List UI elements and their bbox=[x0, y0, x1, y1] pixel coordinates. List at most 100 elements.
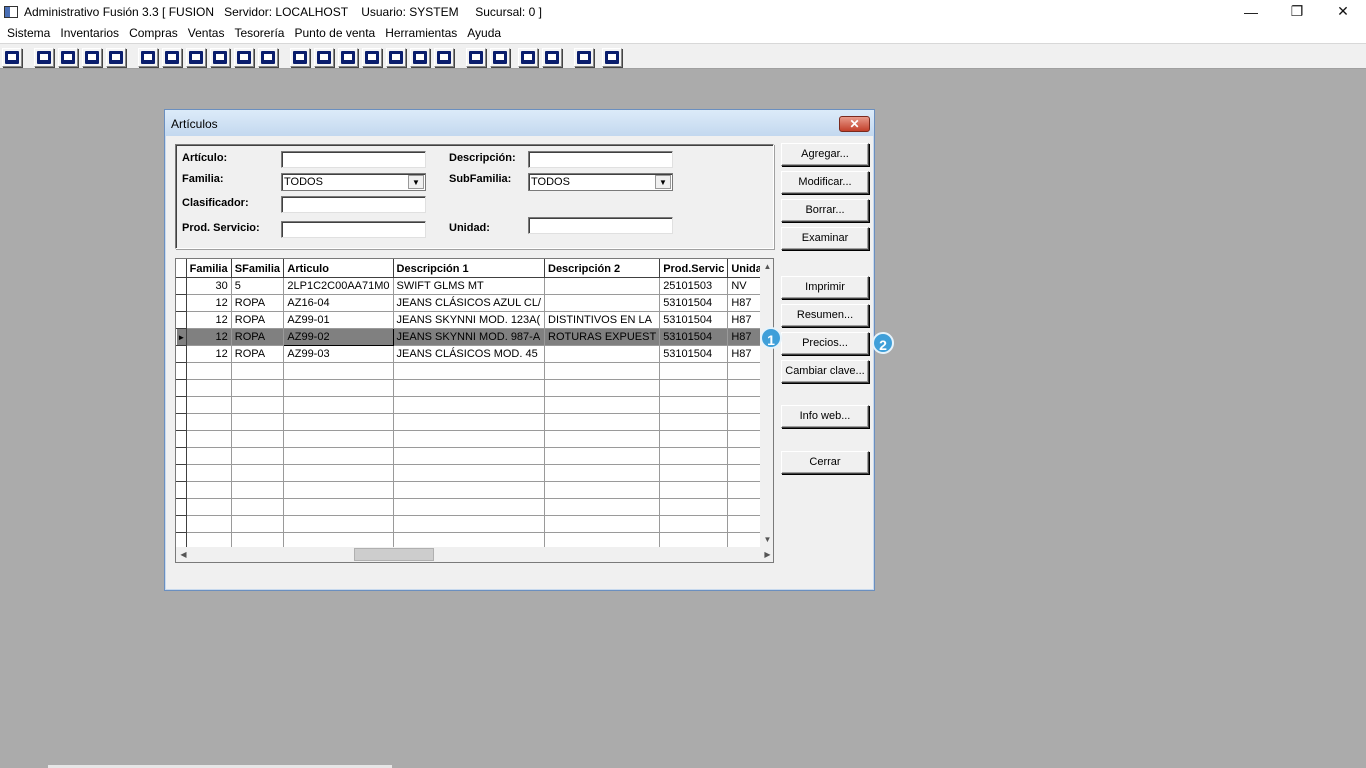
toolbar-import-button[interactable] bbox=[186, 48, 206, 67]
menu-compras[interactable]: Compras bbox=[124, 23, 183, 43]
toolbar-people-button[interactable] bbox=[290, 48, 310, 67]
borrar-button[interactable]: Borrar... bbox=[781, 199, 869, 222]
cell-prod-servicio[interactable]: 53101504 bbox=[659, 345, 729, 363]
horizontal-scroll-thumb[interactable] bbox=[354, 548, 434, 561]
table-row[interactable]: 12 ROPA AZ99-01 JEANS SKYNNI MOD. 123A( … bbox=[176, 311, 773, 329]
row-indicator[interactable] bbox=[176, 294, 187, 312]
col-header-descripcion-2[interactable]: Descripción 2 bbox=[543, 259, 661, 278]
toolbar-list-button[interactable] bbox=[258, 48, 278, 67]
cell-descripcion-2[interactable] bbox=[543, 294, 661, 312]
menu-ayuda[interactable]: Ayuda bbox=[462, 23, 506, 43]
cell-prod-servicio[interactable]: 53101504 bbox=[659, 328, 729, 346]
descripcion-input[interactable] bbox=[528, 151, 673, 168]
toolbar-zoom-button[interactable] bbox=[490, 48, 510, 67]
cerrar-button[interactable]: Cerrar bbox=[781, 451, 869, 474]
familia-select[interactable]: TODOS ▼ bbox=[281, 173, 426, 191]
cell-sfamilia[interactable]: ROPA bbox=[230, 294, 285, 312]
unidad-input[interactable] bbox=[528, 217, 673, 234]
articles-grid[interactable]: Familia SFamilia Articulo Descripción 1 … bbox=[175, 258, 774, 563]
resumen-button[interactable]: Resumen... bbox=[781, 304, 869, 327]
col-header-descripcion-1[interactable]: Descripción 1 bbox=[392, 259, 546, 278]
cell-descripcion-2[interactable] bbox=[543, 277, 661, 295]
cell-articulo[interactable]: AZ16-04 bbox=[283, 294, 394, 312]
toolbar-folder-button[interactable] bbox=[162, 48, 182, 67]
table-row[interactable]: 12 ROPA AZ99-03 JEANS CLÁSICOS MOD. 45 5… bbox=[176, 345, 773, 363]
col-header-articulo[interactable]: Articulo bbox=[283, 259, 394, 278]
cell-familia[interactable]: 12 bbox=[185, 311, 232, 329]
toolbar-transfer-button[interactable] bbox=[82, 48, 102, 67]
toolbar-search-button[interactable] bbox=[106, 48, 126, 67]
cambiar-clave-button[interactable]: Cambiar clave... bbox=[781, 360, 869, 383]
menu-punto-de-venta[interactable]: Punto de venta bbox=[289, 23, 380, 43]
table-row[interactable]: 12 ROPA AZ16-04 JEANS CLÁSICOS AZUL CL/ … bbox=[176, 294, 773, 312]
restore-button[interactable]: ❐ bbox=[1274, 0, 1320, 23]
toolbar-clipboard-button[interactable] bbox=[58, 48, 78, 67]
chevron-down-icon[interactable]: ▼ bbox=[408, 175, 424, 189]
cell-descripcion-2[interactable]: DISTINTIVOS EN LA bbox=[543, 311, 661, 329]
minimize-button[interactable]: — bbox=[1228, 0, 1274, 23]
scroll-right-icon[interactable]: ▶ bbox=[760, 547, 773, 562]
selected-row-indicator[interactable]: ► bbox=[176, 328, 187, 346]
col-header-familia[interactable]: Familia bbox=[185, 259, 232, 278]
row-indicator[interactable] bbox=[176, 311, 187, 329]
cell-articulo-focused[interactable]: AZ99-02 bbox=[283, 328, 394, 346]
horizontal-scrollbar[interactable]: ◀ ▶ bbox=[176, 547, 773, 562]
menu-sistema[interactable]: Sistema bbox=[2, 23, 55, 43]
toolbar-copy-button[interactable] bbox=[34, 48, 54, 67]
cell-descripcion-1[interactable]: JEANS CLÁSICOS AZUL CL/ bbox=[392, 294, 546, 312]
vertical-scrollbar[interactable]: ▲ ▼ bbox=[760, 259, 773, 547]
toolbar-refresh-button[interactable] bbox=[518, 48, 538, 67]
cell-familia[interactable]: 12 bbox=[185, 345, 232, 363]
clasificador-input[interactable] bbox=[281, 196, 426, 213]
chevron-down-icon[interactable]: ▼ bbox=[655, 175, 671, 189]
toolbar-document-button[interactable] bbox=[234, 48, 254, 67]
cell-sfamilia[interactable]: ROPA bbox=[230, 328, 285, 346]
articulo-input[interactable] bbox=[281, 151, 426, 168]
close-window-button[interactable]: ✕ bbox=[1320, 0, 1366, 23]
cell-descripcion-1[interactable]: JEANS SKYNNI MOD. 987-A bbox=[392, 328, 546, 346]
cell-articulo[interactable]: 2LP1C2C00AA71M0 bbox=[283, 277, 394, 295]
scroll-up-icon[interactable]: ▲ bbox=[760, 259, 773, 274]
toolbar-back-button[interactable] bbox=[574, 48, 594, 67]
toolbar-undo-button[interactable] bbox=[542, 48, 562, 67]
toolbar-help-button[interactable] bbox=[602, 48, 622, 67]
cell-articulo[interactable]: AZ99-01 bbox=[283, 311, 394, 329]
examinar-button[interactable]: Examinar bbox=[781, 227, 869, 250]
toolbar-home-button[interactable] bbox=[466, 48, 486, 67]
toolbar-export-button[interactable] bbox=[338, 48, 358, 67]
toolbar-report-button[interactable] bbox=[410, 48, 430, 67]
toolbar-user-button[interactable] bbox=[138, 48, 158, 67]
cell-prod-servicio[interactable]: 53101504 bbox=[659, 294, 729, 312]
cell-descripcion-1[interactable]: JEANS SKYNNI MOD. 123A( bbox=[392, 311, 546, 329]
precios-button[interactable]: Precios... bbox=[781, 332, 869, 355]
modificar-button[interactable]: Modificar... bbox=[781, 171, 869, 194]
cell-familia[interactable]: 30 bbox=[185, 277, 232, 295]
cell-articulo[interactable]: AZ99-03 bbox=[283, 345, 394, 363]
cell-prod-servicio[interactable]: 25101503 bbox=[659, 277, 729, 295]
cell-descripcion-2[interactable] bbox=[543, 345, 661, 363]
row-indicator[interactable] bbox=[176, 345, 187, 363]
cell-prod-servicio[interactable]: 53101504 bbox=[659, 311, 729, 329]
cell-familia[interactable]: 12 bbox=[185, 294, 232, 312]
toolbar-print-button[interactable] bbox=[210, 48, 230, 67]
toolbar-box-button[interactable] bbox=[314, 48, 334, 67]
cell-descripcion-1[interactable]: JEANS CLÁSICOS MOD. 45 bbox=[392, 345, 546, 363]
menu-herramientas[interactable]: Herramientas bbox=[380, 23, 462, 43]
menu-inventarios[interactable]: Inventarios bbox=[55, 23, 124, 43]
cell-sfamilia[interactable]: ROPA bbox=[230, 311, 285, 329]
scroll-left-icon[interactable]: ◀ bbox=[176, 547, 191, 562]
cell-sfamilia[interactable]: 5 bbox=[230, 277, 285, 295]
dialog-close-button[interactable]: ✕ bbox=[839, 116, 870, 132]
imprimir-button[interactable]: Imprimir bbox=[781, 276, 869, 299]
cell-familia[interactable]: 12 bbox=[185, 328, 232, 346]
row-indicator[interactable] bbox=[176, 277, 187, 295]
agregar-button[interactable]: Agregar... bbox=[781, 143, 869, 166]
table-row[interactable]: 30 5 2LP1C2C00AA71M0 SWIFT GLMS MT 25101… bbox=[176, 277, 773, 295]
table-row-selected[interactable]: ► 12 ROPA AZ99-02 JEANS SKYNNI MOD. 987-… bbox=[176, 328, 773, 346]
col-header-prod-servicio[interactable]: Prod.Servic bbox=[659, 259, 729, 278]
toolbar-tree-button[interactable] bbox=[434, 48, 454, 67]
prod-servicio-input[interactable] bbox=[281, 221, 426, 238]
cell-descripcion-2[interactable]: ROTURAS EXPUEST bbox=[543, 328, 661, 346]
menu-tesoreria[interactable]: Tesorería bbox=[229, 23, 289, 43]
toolbar-money-button[interactable] bbox=[386, 48, 406, 67]
